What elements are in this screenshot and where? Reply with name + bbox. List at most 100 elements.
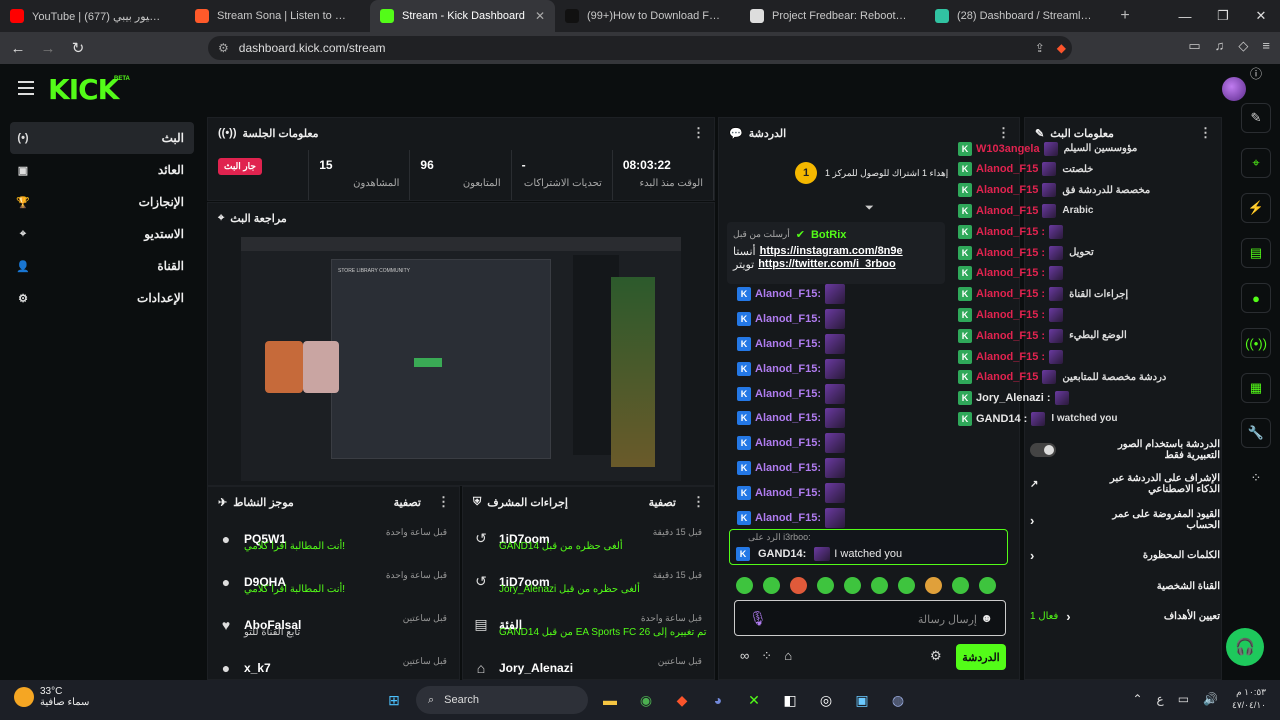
broadcast-icon[interactable]: ((•)) [1241,328,1271,358]
emote-button[interactable] [871,577,888,594]
clock[interactable]: ١٠:٥٣ م ٤٧/٠٤/١٠ [1232,686,1266,712]
emote-button[interactable] [736,577,753,594]
close-tab-icon[interactable]: ✕ [535,9,545,23]
more-icon[interactable]: ⋮ [1199,125,1212,141]
chrome-icon[interactable]: ◉ [632,686,660,714]
chat-message[interactable]: K Alanod_F15: [729,456,929,481]
chat-message[interactable]: K Alanod_F15: [729,282,929,307]
network-icon[interactable]: ▭ [1178,692,1189,706]
dots-icon[interactable]: ⁘ [761,648,772,664]
browser-tab[interactable]: YouTube | حميدو - طيور بيبي (677) [0,0,185,32]
minimize-icon[interactable]: — [1166,0,1204,32]
twitter-link[interactable]: https://twitter.com/i_3rboo [758,258,896,271]
support-fab[interactable]: 🎧 [1226,628,1264,666]
bolt-icon[interactable]: ⚡ [1241,193,1271,223]
send-chat-button[interactable]: الدردشة [956,644,1006,670]
windows-start-icon[interactable]: ⊞ [380,686,408,714]
chat-username[interactable]: Alanod_F15: [755,388,821,400]
chat-message[interactable]: K Alanod_F15: [729,307,929,332]
chat-settings-icon[interactable]: ⚙ [930,648,942,664]
forward-icon[interactable]: → [36,36,60,60]
emote-button[interactable] [952,577,969,594]
nodes-icon[interactable]: ⁘ [1241,463,1271,493]
chat-username[interactable]: Alanod_F15: [755,462,821,474]
emote-button[interactable] [817,577,834,594]
volume-icon[interactable]: 🔊 [1203,692,1218,706]
obs-icon[interactable]: ◎ [812,686,840,714]
site-info-icon[interactable]: ⚙ [218,41,229,55]
music-icon[interactable]: ♫ [1215,38,1225,54]
emote-button[interactable] [763,577,780,594]
chat-message[interactable]: K Alanod_F15: [729,505,929,530]
brave-icon[interactable]: ◆ [668,686,696,714]
menu-icon[interactable]: ≡ [1262,38,1270,54]
emote-button[interactable] [790,577,807,594]
brave-shield-icon[interactable]: ◆ [1057,41,1066,55]
more-icon[interactable]: ⋮ [437,494,450,510]
emote-button[interactable] [925,577,942,594]
layout-icon[interactable]: ▦ [1241,373,1271,403]
toggle-switch[interactable] [1030,443,1056,457]
chat-username[interactable]: Alanod_F15: [755,512,821,524]
list-item[interactable]: ● PQ5W1 !أنت المطالبة اقرا كلامي قبل ساعة و… [208,517,459,560]
browser-tab[interactable]: Stream Sona | Listen to me play [185,0,370,32]
list-item[interactable]: ↺ 1iD7oom ألغى حظره من قبل Jory_Alenazi قبل… [463,560,714,603]
chat-setting-row[interactable]: تعيين الأهداف فعال 1 › [1030,606,1220,626]
chat-setting-row[interactable]: الكلمات المحظورة › [1030,545,1220,565]
instagram-link[interactable]: https://instagram.com/8n9e [760,245,903,258]
chat-username[interactable]: Alanod_F15: [755,288,821,300]
wrench-icon[interactable]: 🔧 [1241,418,1271,448]
chat-username[interactable]: Alanod_F15: [755,363,821,375]
back-icon[interactable]: ← [6,36,30,60]
chevron-up-icon[interactable]: ⌃ [1132,692,1142,706]
restore-icon[interactable]: ❐ [1204,0,1242,32]
stream-preview-video[interactable]: STORE LIBRARY COMMUNITY [241,237,681,481]
activity-filter-button[interactable]: تصفية [394,496,421,509]
reload-icon[interactable]: ↻ [66,36,90,60]
chat-input[interactable]: إرسال رسالة 🎙 ☻ [734,600,1006,636]
monitor-icon[interactable]: ▣ [848,686,876,714]
emote-button[interactable] [898,577,915,594]
pencil-icon[interactable]: ✎ [1241,103,1271,133]
browser-tab[interactable]: Stream - Kick Dashboard ✕ [370,0,555,32]
hamburger-icon[interactable] [18,81,34,95]
kick-logo[interactable]: KICK [48,73,119,106]
sidebar-item[interactable]: الإنجازات 🏆 [10,186,194,218]
infinity-icon[interactable]: ∞ [740,648,749,664]
emote-button[interactable] [979,577,996,594]
chat-message[interactable]: K Alanod_F15: [729,431,929,456]
file-explorer-icon[interactable]: ▬ [596,686,624,714]
browser-tab[interactable]: Project Fredbear: Reboot by TSEG [740,0,925,32]
sidebar-item[interactable]: القناة 👤 [10,250,194,282]
filter-icon[interactable]: ⏷ [865,202,874,215]
chat-username[interactable]: Alanod_F15: [755,487,821,499]
browser-tab[interactable]: (28) Dashboard / Streamlabs [925,0,1110,32]
sidebar-item[interactable]: الاستديو ⌖ [10,218,194,250]
more-icon[interactable]: ⋮ [692,494,705,510]
discord-icon[interactable]: ◕ [704,686,732,714]
emoji-icon[interactable]: ☻ [980,611,993,625]
sidebar-item[interactable]: العائد ▣ [10,154,194,186]
emote-button[interactable] [844,577,861,594]
language-icon[interactable]: ع [1157,692,1164,706]
sidebar-item[interactable]: البث (•) [10,122,194,154]
list-item[interactable]: ● D9OHA !أنت المطالبة اقرا كلامي قبل ساعة و… [208,560,459,603]
terminal-icon[interactable]: ✕ [740,686,768,714]
chat-setting-row[interactable]: الدردشة باستخدام الصور التعبيرية فقط [1030,439,1220,461]
chat-message[interactable]: K Alanod_F15: [729,332,929,357]
url-input[interactable]: ⚙ dashboard.kick.com/stream ⇪ ◆ [208,36,1072,60]
chat-message[interactable]: K Alanod_F15: [729,356,929,381]
chat-username[interactable]: Alanod_F15: [755,313,821,325]
more-icon[interactable]: ⋮ [692,125,705,141]
chat-message[interactable]: K Alanod_F15: [729,406,929,431]
chat-username[interactable]: Alanod_F15: [755,412,821,424]
chat-message[interactable]: K Alanod_F15: [729,381,929,406]
close-window-icon[interactable]: ✕ [1242,0,1280,32]
chat-username[interactable]: Alanod_F15: [755,437,821,449]
document-icon[interactable]: ▤ [1241,238,1271,268]
chat-message[interactable]: K Alanod_F15: [729,480,929,505]
chat-bubble-icon[interactable]: ● [1241,283,1271,313]
chat-setting-row[interactable]: القيود المفروضة على عمر الحساب › [1030,509,1220,531]
sidebar-icon[interactable]: ▭ [1188,38,1200,54]
capcut-icon[interactable]: ◧ [776,686,804,714]
